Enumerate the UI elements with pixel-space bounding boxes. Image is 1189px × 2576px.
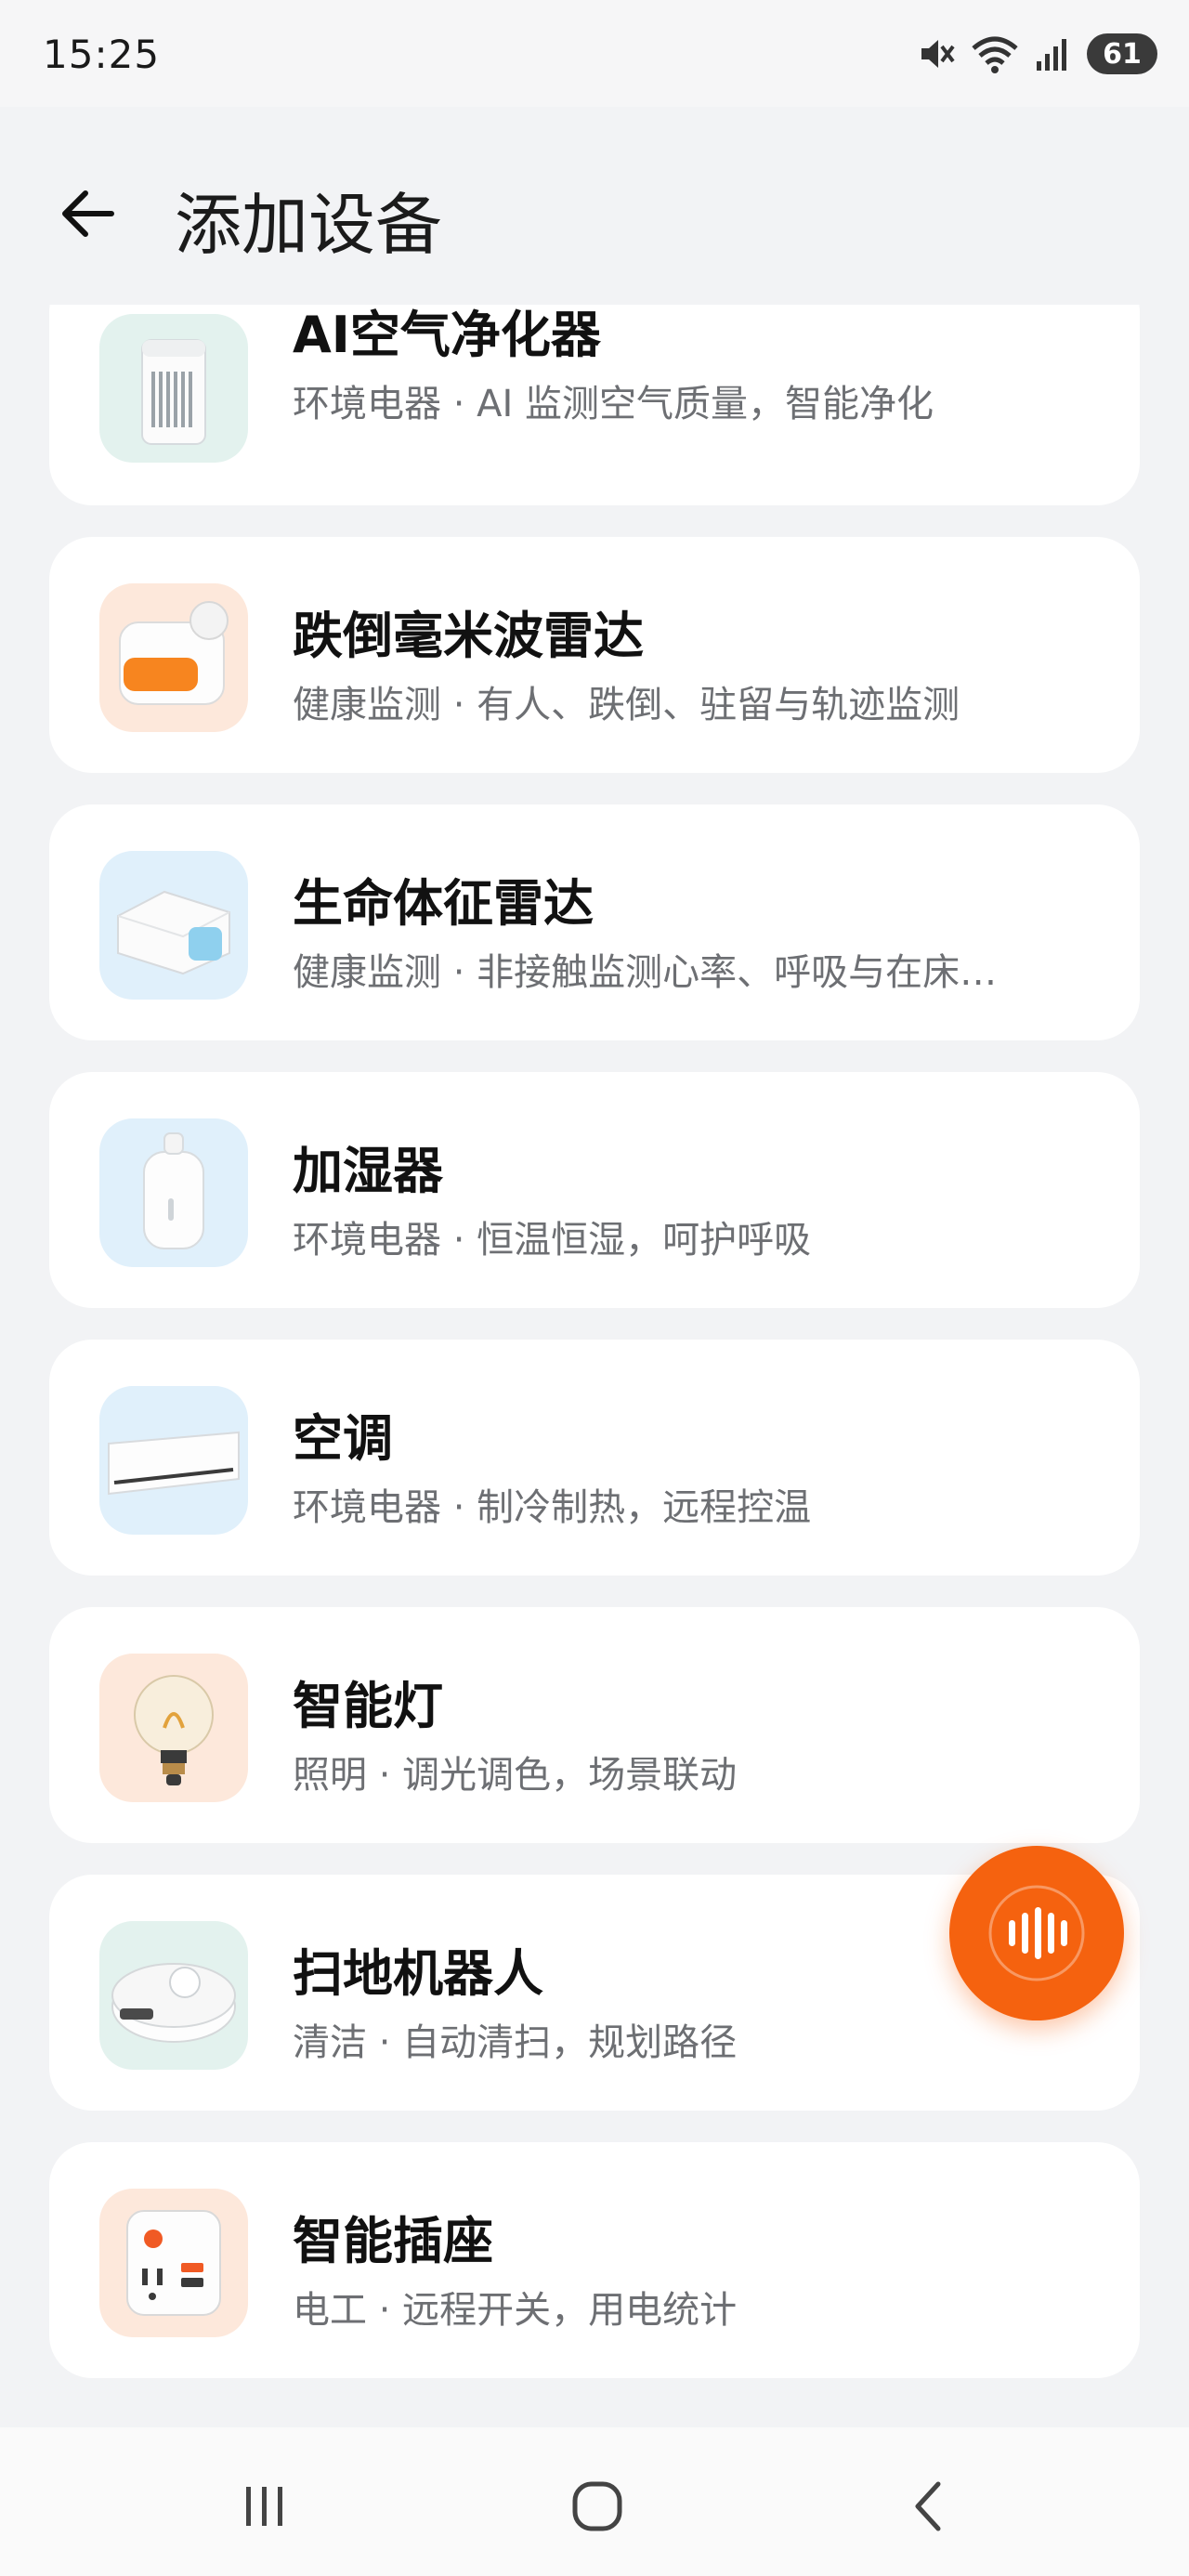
vital-radar-icon bbox=[99, 851, 248, 1000]
device-thumbnail bbox=[99, 583, 248, 732]
air-conditioner-icon bbox=[99, 1386, 248, 1535]
device-description: 环境电器 · AI 监测空气质量，智能净化 bbox=[293, 383, 934, 425]
device-card-air-purifier[interactable]: AI空气净化器 环境电器 · AI 监测空气质量，智能净化 bbox=[49, 305, 1140, 505]
robot-vacuum-icon bbox=[99, 1921, 248, 2070]
device-thumbnail bbox=[99, 2189, 248, 2337]
device-thumbnail bbox=[99, 1386, 248, 1535]
device-description: 照明 · 调光调色，场景联动 bbox=[293, 1754, 738, 1797]
fall-radar-icon bbox=[99, 583, 248, 732]
recents-button[interactable] bbox=[214, 2465, 316, 2548]
smart-plug-icon bbox=[99, 2189, 248, 2337]
light-bulb-icon bbox=[99, 1654, 248, 1802]
device-card-fall-radar[interactable]: 跌倒毫米波雷达 健康监测 · 有人、跌倒、驻留与轨迹监测 bbox=[49, 537, 1140, 773]
battery-indicator: 61 bbox=[1087, 33, 1157, 74]
back-button[interactable] bbox=[45, 172, 128, 255]
voice-wave-icon bbox=[988, 1885, 1085, 1981]
device-thumbnail bbox=[99, 1118, 248, 1267]
device-card-smart-light[interactable]: 智能灯 照明 · 调光调色，场景联动 bbox=[49, 1607, 1140, 1843]
device-description: 电工 · 远程开关，用电统计 bbox=[293, 2289, 738, 2332]
wifi-icon bbox=[972, 36, 1018, 73]
status-bar: 15:25 61 bbox=[0, 0, 1189, 107]
device-card-smart-plug[interactable]: 智能插座 电工 · 远程开关，用电统计 bbox=[49, 2142, 1140, 2378]
device-description: 健康监测 · 有人、跌倒、驻留与轨迹监测 bbox=[293, 684, 960, 726]
device-card-air-conditioner[interactable]: 空调 环境电器 · 制冷制热，远程控温 bbox=[49, 1340, 1140, 1576]
device-thumbnail bbox=[99, 1654, 248, 1802]
device-title: 生命体征雷达 bbox=[293, 874, 594, 933]
device-thumbnail bbox=[99, 851, 248, 1000]
device-title: 智能灯 bbox=[293, 1677, 443, 1735]
signal-icon bbox=[1037, 39, 1066, 71]
device-title: 智能插座 bbox=[293, 2212, 493, 2270]
home-icon bbox=[572, 2481, 622, 2531]
device-thumbnail bbox=[99, 314, 248, 463]
voice-assistant-button[interactable] bbox=[949, 1846, 1124, 2020]
status-time: 15:25 bbox=[43, 32, 161, 77]
status-icons: 61 bbox=[916, 32, 1157, 76]
page-title: 添加设备 bbox=[175, 186, 443, 264]
device-title: 加湿器 bbox=[293, 1142, 443, 1200]
humidifier-icon bbox=[99, 1118, 248, 1267]
device-description: 环境电器 · 制冷制热，远程控温 bbox=[293, 1486, 812, 1529]
device-title: 扫地机器人 bbox=[293, 1944, 543, 2003]
device-description: 清洁 · 自动清扫，规划路径 bbox=[293, 2021, 738, 2064]
page-header: 添加设备 bbox=[0, 107, 1189, 307]
back-nav-button[interactable] bbox=[879, 2465, 981, 2548]
back-icon bbox=[915, 2481, 941, 2531]
recents-icon bbox=[246, 2487, 282, 2526]
mute-icon bbox=[921, 40, 955, 68]
system-nav-bar bbox=[0, 2427, 1189, 2576]
device-card-vital-radar[interactable]: 生命体征雷达 健康监测 · 非接触监测心率、呼吸与在床… bbox=[49, 804, 1140, 1040]
device-title: 跌倒毫米波雷达 bbox=[293, 607, 644, 665]
air-purifier-icon bbox=[99, 314, 248, 463]
device-list: AI空气净化器 环境电器 · AI 监测空气质量，智能净化 跌倒毫米波雷达 健康… bbox=[0, 305, 1189, 2427]
device-card-humidifier[interactable]: 加湿器 环境电器 · 恒温恒湿，呵护呼吸 bbox=[49, 1072, 1140, 1308]
device-description: 健康监测 · 非接触监测心率、呼吸与在床… bbox=[293, 951, 998, 994]
home-button[interactable] bbox=[546, 2465, 648, 2548]
arrow-left-icon bbox=[62, 190, 114, 237]
device-title: 空调 bbox=[293, 1409, 393, 1468]
device-thumbnail bbox=[99, 1921, 248, 2070]
device-description: 环境电器 · 恒温恒湿，呵护呼吸 bbox=[293, 1219, 812, 1262]
